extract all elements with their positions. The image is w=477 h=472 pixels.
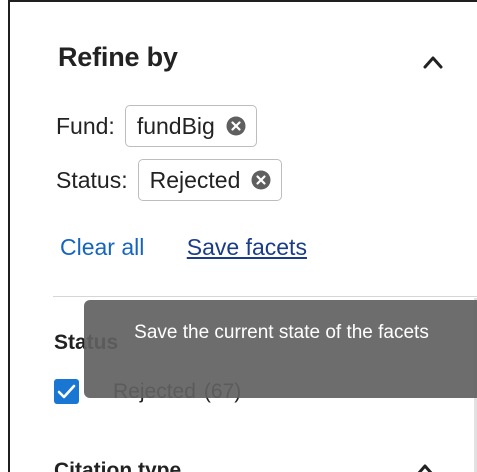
applied-facet-status: Status: Rejected [56, 159, 283, 201]
remove-circle-icon[interactable] [226, 116, 246, 136]
section-divider [53, 296, 477, 297]
facet-chip-status[interactable]: Rejected [137, 159, 283, 201]
citation-type-section-title[interactable]: Citation type [54, 459, 181, 472]
applied-facet-fund: Fund: fundBig [56, 105, 257, 147]
chevron-up-icon[interactable] [416, 462, 434, 472]
save-facets-tooltip: Save the current state of the facets [84, 300, 477, 398]
remove-circle-icon[interactable] [251, 170, 271, 190]
facet-actions: Clear all Save facets [60, 234, 307, 261]
facet-chip-value: fundBig [136, 112, 215, 139]
clear-all-link[interactable]: Clear all [60, 234, 144, 260]
facet-label-status: Status: [56, 166, 128, 193]
checkmark-icon [57, 384, 76, 399]
save-facets-link[interactable]: Save facets [187, 234, 307, 260]
facet-chip-fund[interactable]: fundBig [124, 105, 257, 147]
refine-title: Refine by [58, 42, 178, 72]
facet-label-fund: Fund: [56, 112, 115, 139]
refine-panel: Refine by Fund: fundBig Status: Rejected… [8, 0, 477, 472]
chevron-up-icon[interactable] [422, 52, 444, 72]
status-rejected-checkbox[interactable] [54, 379, 79, 404]
facet-chip-value: Rejected [149, 166, 241, 193]
